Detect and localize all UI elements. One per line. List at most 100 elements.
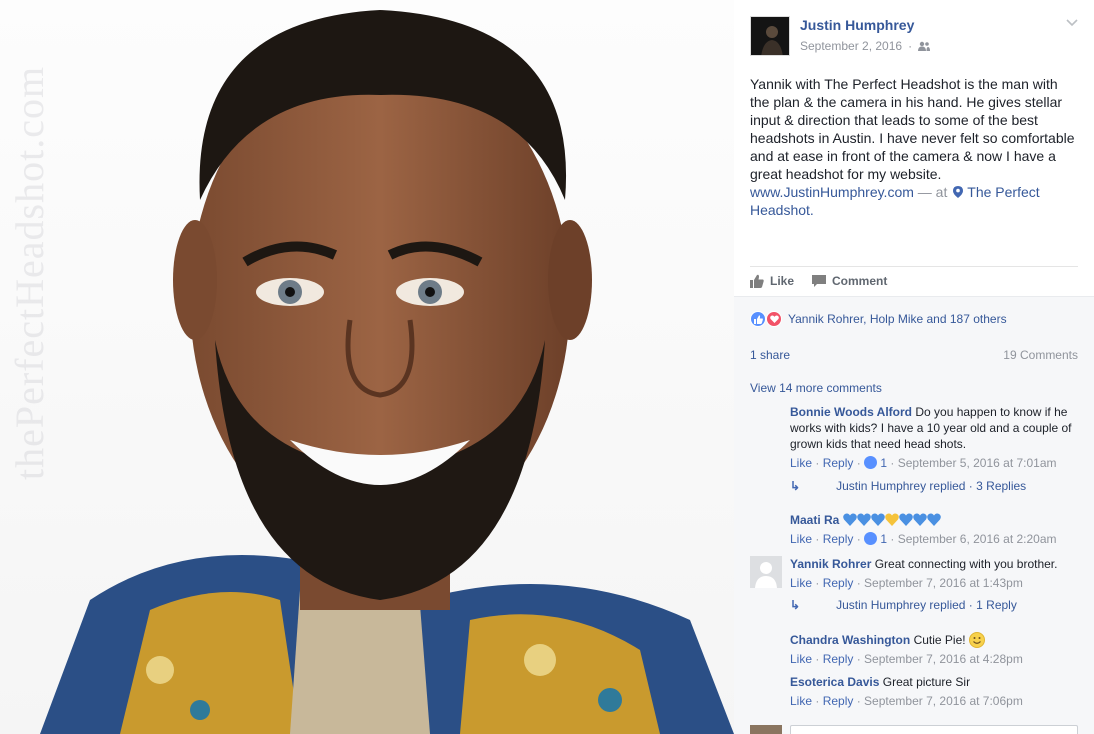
- chevron-down-icon[interactable]: [1064, 16, 1080, 32]
- blue-heart-icon: [856, 513, 871, 526]
- heart-emoji-row: [842, 513, 941, 527]
- separator-dot: ·: [812, 532, 823, 546]
- separator-dot: ·: [853, 456, 865, 470]
- love-reaction-icon: [766, 311, 782, 327]
- comment-timestamp[interactable]: September 7, 2016 at 7:06pm: [864, 694, 1023, 708]
- separator-dot: ·: [887, 456, 898, 470]
- engagement-section: Yannik Rohrer, Holp Mike and 187 others …: [734, 296, 1094, 734]
- comment-text: Great picture Sir: [882, 675, 971, 689]
- commenter-name-link[interactable]: Yannik Rohrer: [790, 557, 871, 571]
- separator-dot: ·: [853, 576, 865, 590]
- comment-reply-link[interactable]: Reply: [823, 694, 854, 708]
- headshot-photo[interactable]: thePerfectHeadshot.com: [0, 0, 734, 734]
- post-meta: September 2, 2016 ·: [800, 39, 931, 53]
- comment-like-link[interactable]: Like: [790, 652, 812, 666]
- replies-who: Justin Humphrey replied: [836, 598, 966, 612]
- shares-row: 1 share 19 Comments: [750, 348, 1078, 362]
- location-pin-icon: [953, 186, 964, 198]
- comment-timestamp[interactable]: September 7, 2016 at 4:28pm: [864, 652, 1023, 666]
- like-label: Like: [770, 274, 795, 288]
- comment-actions: Like · Reply · September 7, 2016 at 7:06…: [790, 693, 1080, 709]
- friends-icon[interactable]: [918, 41, 931, 51]
- comment-item: Chandra Washington Cutie Pie! Like · Rep…: [790, 632, 1080, 667]
- view-more-comments-link[interactable]: View 14 more comments: [750, 381, 882, 395]
- comment-item: Bonnie Woods Alford Do you happen to kno…: [790, 404, 1080, 471]
- reply-arrow-icon: ↳: [790, 479, 801, 493]
- comment-like-link[interactable]: Like: [790, 694, 812, 708]
- comment-timestamp[interactable]: September 5, 2016 at 7:01am: [898, 456, 1057, 470]
- separator-dot: ·: [853, 652, 865, 666]
- watermark-text: thePerfectHeadshot.com: [7, 65, 46, 480]
- comment-reply-link[interactable]: Reply: [823, 456, 854, 470]
- author-name-link[interactable]: Justin Humphrey: [800, 17, 914, 33]
- commenter-name-link[interactable]: Chandra Washington: [790, 633, 910, 647]
- post-date-link[interactable]: September 2, 2016: [800, 39, 902, 53]
- comment-actions: Like · Reply · 1 · September 5, 2016 at …: [790, 455, 1080, 471]
- comment-item: Esoterica Davis Great picture Sir Like ·…: [790, 674, 1080, 709]
- comment-like-count-icon: [864, 456, 878, 469]
- smile-emoji-icon: [968, 632, 985, 648]
- comment-label: Comment: [832, 274, 888, 288]
- commenter-name-link[interactable]: Maati Ra: [790, 513, 839, 527]
- blue-heart-icon: [842, 513, 857, 526]
- comment-like-link[interactable]: Like: [790, 576, 812, 590]
- post-text: Yannik with The Perfect Headshot is the …: [750, 76, 1075, 182]
- separator-dot: ·: [908, 39, 913, 53]
- replies-count: 3 Replies: [976, 479, 1027, 493]
- like-reaction-icon: [750, 311, 766, 327]
- commenter-name-link[interactable]: Bonnie Woods Alford: [790, 405, 912, 419]
- reactions-summary[interactable]: Yannik Rohrer, Holp Mike and 187 others: [750, 311, 1007, 327]
- replies-link[interactable]: ↳ Justin Humphrey replied · 3 Replies: [790, 479, 1080, 493]
- separator-dot: ·: [853, 694, 865, 708]
- write-comment-input[interactable]: [790, 725, 1078, 734]
- current-user-avatar: [750, 725, 782, 734]
- comments-count-link[interactable]: 19 Comments: [1003, 348, 1078, 362]
- comment-text: Cutie Pie!: [913, 633, 966, 647]
- separator-dot: ·: [812, 694, 823, 708]
- blue-heart-icon: [926, 513, 941, 526]
- commenter-name-link[interactable]: Esoterica Davis: [790, 675, 879, 689]
- reply-arrow-icon: ↳: [790, 598, 801, 612]
- like-button[interactable]: Like: [750, 274, 794, 288]
- replies-link[interactable]: ↳ Justin Humphrey replied · 1 Reply: [790, 598, 1080, 612]
- separator-dot: ·: [887, 532, 898, 546]
- portrait-illustration: [40, 10, 734, 734]
- comment-item: Yannik Rohrer Great connecting with you …: [790, 556, 1080, 591]
- comment-reply-link[interactable]: Reply: [823, 576, 854, 590]
- post-header: Justin Humphrey September 2, 2016 ·: [750, 16, 1080, 56]
- comment-reply-link[interactable]: Reply: [823, 652, 854, 666]
- reactions-text: Yannik Rohrer, Holp Mike and 187 others: [788, 312, 1007, 326]
- post-side-panel: Justin Humphrey September 2, 2016 · Yann…: [734, 0, 1094, 734]
- action-divider: [750, 266, 1078, 267]
- comment-like-link[interactable]: Like: [790, 532, 812, 546]
- comment-like-count-icon: [864, 532, 878, 545]
- blue-heart-icon: [912, 513, 927, 526]
- avatar-silhouette-icon: [751, 17, 789, 55]
- comment-timestamp[interactable]: September 6, 2016 at 2:20am: [898, 532, 1057, 546]
- comment-like-link[interactable]: Like: [790, 456, 812, 470]
- separator-dot: ·: [965, 598, 977, 612]
- comment-item: Maati Ra Like · Reply · 1 · September 6,…: [790, 512, 1080, 547]
- blue-heart-icon: [898, 513, 913, 526]
- author-avatar[interactable]: [750, 16, 790, 56]
- replies-who: Justin Humphrey replied: [836, 479, 966, 493]
- comment-button[interactable]: Comment: [812, 274, 887, 288]
- separator-dot: ·: [812, 456, 823, 470]
- separator-dot: ·: [812, 652, 823, 666]
- shares-link[interactable]: 1 share: [750, 348, 790, 362]
- replies-count: 1 Reply: [976, 598, 1017, 612]
- post-actions: Like Comment: [750, 274, 887, 288]
- yellow-heart-icon: [884, 513, 899, 526]
- website-link[interactable]: www.JustinHumphrey.com: [750, 184, 914, 200]
- comment-timestamp[interactable]: September 7, 2016 at 1:43pm: [864, 576, 1023, 590]
- comment-text: Great connecting with you brother.: [874, 557, 1058, 571]
- comment-actions: Like · Reply · 1 · September 6, 2016 at …: [790, 531, 1080, 547]
- at-separator: — at: [913, 184, 952, 200]
- default-avatar-icon: [750, 556, 782, 588]
- comment-actions: Like · Reply · September 7, 2016 at 1:43…: [790, 575, 1080, 591]
- commenter-avatar[interactable]: [750, 556, 782, 588]
- separator-dot: ·: [812, 576, 823, 590]
- separator-dot: ·: [853, 532, 865, 546]
- comment-reply-link[interactable]: Reply: [823, 532, 854, 546]
- comment-actions: Like · Reply · September 7, 2016 at 4:28…: [790, 651, 1080, 667]
